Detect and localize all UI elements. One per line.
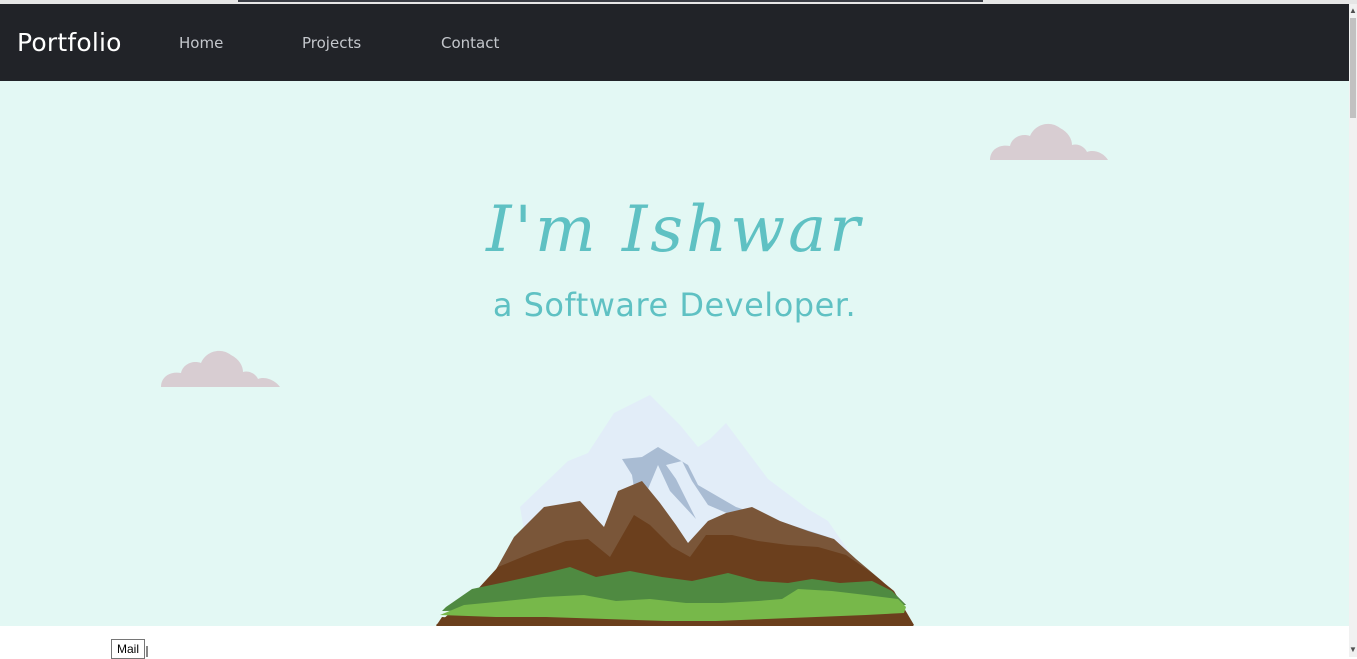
- scroll-thumb[interactable]: [1350, 18, 1356, 118]
- text-cursor-icon: [146, 646, 148, 657]
- mountain-illustration: [436, 395, 914, 626]
- scroll-down-icon[interactable]: ▼: [1349, 645, 1357, 655]
- brand-logo[interactable]: Portfolio: [17, 28, 179, 57]
- cloud-icon: [990, 123, 1108, 160]
- navbar: Portfolio Home Projects Contact: [0, 4, 1349, 81]
- cloud-icon: [161, 350, 280, 387]
- nav-link-home[interactable]: Home: [179, 34, 223, 52]
- hero-role: a Software Developer.: [492, 286, 857, 324]
- browser-top-bar: [238, 0, 983, 2]
- nav-link-projects[interactable]: Projects: [302, 34, 361, 52]
- mail-tooltip: Mail: [111, 639, 146, 659]
- scrollbar[interactable]: ▲ ▼: [1349, 4, 1357, 657]
- hero-section: I'm Ishwar a Software Developer.: [0, 81, 1349, 626]
- nav-link-contact[interactable]: Contact: [441, 34, 499, 52]
- scroll-up-icon[interactable]: ▲: [1349, 6, 1357, 16]
- hero-name: I'm Ishwar: [486, 193, 863, 267]
